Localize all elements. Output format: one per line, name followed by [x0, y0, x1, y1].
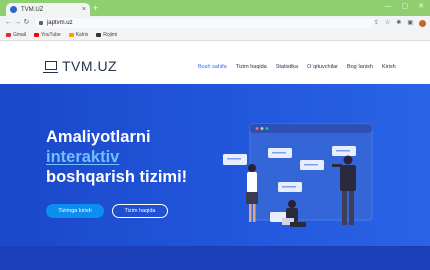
bookmarks-bar: Gmail YouTube Kalrix Rojimi	[0, 30, 430, 41]
new-tab-button[interactable]: +	[93, 3, 98, 13]
kalrix-icon	[68, 33, 74, 37]
hero-bottom-band	[0, 246, 430, 270]
nav-item-teachers[interactable]: O`qituvchilar	[307, 64, 338, 70]
tab-strip: TVM.UZ × + — ▢ ✕	[0, 0, 430, 16]
person-right-arm	[332, 164, 342, 167]
lock-icon	[38, 21, 43, 25]
person-left-leg	[253, 204, 256, 222]
browser-tab[interactable]: TVM.UZ ×	[6, 3, 90, 16]
url-text: japtvm.uz	[46, 20, 73, 26]
tab-title: TVM.UZ	[21, 6, 44, 13]
card-line	[272, 152, 286, 154]
bookmark-youtube[interactable]: YouTube	[34, 32, 61, 38]
hero-line-3: boshqarish tizimi!	[46, 168, 188, 186]
gmail-icon	[6, 33, 11, 37]
star-icon[interactable]: ☆	[385, 19, 390, 27]
login-button[interactable]: Tizimga kirish	[46, 204, 104, 218]
about-button[interactable]: Tizim haqida	[112, 204, 168, 218]
bookmark-label: Gmail	[13, 32, 27, 38]
toolbar-icons: ⇪ ☆ ✱ ▣	[374, 19, 426, 27]
bookmark-label: YouTube	[41, 32, 61, 38]
hero-line-1: Amaliyotlarni	[46, 128, 151, 146]
nav-item-home[interactable]: Bosh sahifa	[198, 64, 227, 70]
bookmark-rojimi[interactable]: Rojimi	[96, 32, 117, 38]
person-sitting-head	[288, 200, 296, 208]
bookmark-label: Rojimi	[103, 32, 118, 38]
person-right-leg	[349, 191, 354, 225]
nav-item-contact[interactable]: Bog`lanish	[347, 64, 373, 70]
card-line	[227, 158, 241, 160]
rojimi-icon	[96, 33, 102, 37]
person-left-skirt	[246, 192, 258, 204]
hero-line-2-accent: interaktiv	[46, 148, 120, 166]
youtube-icon	[34, 33, 40, 37]
card-line	[282, 186, 296, 188]
card-line	[336, 150, 350, 152]
minimize-icon[interactable]: —	[385, 2, 392, 12]
reload-icon[interactable]: ↻	[22, 18, 31, 28]
forward-icon[interactable]: →	[13, 18, 22, 28]
close-window-icon[interactable]: ✕	[418, 2, 424, 12]
person-left-leg	[249, 204, 252, 222]
browser-window: TVM.UZ × + — ▢ ✕ ← → ↻ japtvm.uz ⇪ ☆ ✱ ▣…	[0, 0, 430, 270]
board-dot-red	[255, 127, 259, 130]
laptop-logo-icon[interactable]	[43, 61, 58, 73]
nav-item-statistics[interactable]: Statistika	[276, 64, 298, 70]
bookmark-kalrix[interactable]: Kalrix	[68, 32, 89, 38]
back-icon[interactable]: ←	[4, 18, 13, 28]
site-logo[interactable]: TVM.UZ	[62, 58, 117, 74]
card-line	[304, 164, 318, 166]
sidebar-icon[interactable]: ▣	[407, 19, 413, 27]
person-right-head	[343, 155, 353, 165]
board-dot-green	[265, 127, 269, 130]
share-icon[interactable]: ⇪	[374, 19, 379, 27]
maximize-icon[interactable]: ▢	[402, 2, 409, 12]
profile-avatar[interactable]	[419, 19, 426, 27]
person-left-head	[248, 164, 256, 172]
bookmark-label: Kalrix	[75, 32, 89, 38]
tab-favicon-icon	[10, 6, 17, 13]
person-sitting-legs	[290, 222, 306, 227]
address-bar[interactable]: japtvm.uz	[34, 18, 374, 28]
extensions-icon[interactable]: ✱	[396, 19, 401, 27]
nav-item-about[interactable]: Tizim haqida	[236, 64, 267, 70]
nav-item-login[interactable]: Kirish	[382, 64, 396, 70]
person-right-leg	[342, 191, 347, 225]
board-dot-yellow	[260, 127, 264, 130]
window-controls: — ▢ ✕	[385, 2, 425, 12]
hero-illustration	[223, 123, 373, 227]
tab-close-icon[interactable]: ×	[82, 6, 86, 13]
person-left-body	[247, 172, 257, 194]
bookmark-gmail[interactable]: Gmail	[6, 32, 26, 38]
browser-toolbar: ← → ↻ japtvm.uz ⇪ ☆ ✱ ▣	[0, 16, 430, 30]
person-right-body	[340, 165, 356, 191]
hero-title: Amaliyotlarni interaktiv boshqarish tizi…	[46, 127, 187, 187]
main-nav: Bosh sahifa Tizim haqida Statistika O`qi…	[198, 64, 396, 70]
